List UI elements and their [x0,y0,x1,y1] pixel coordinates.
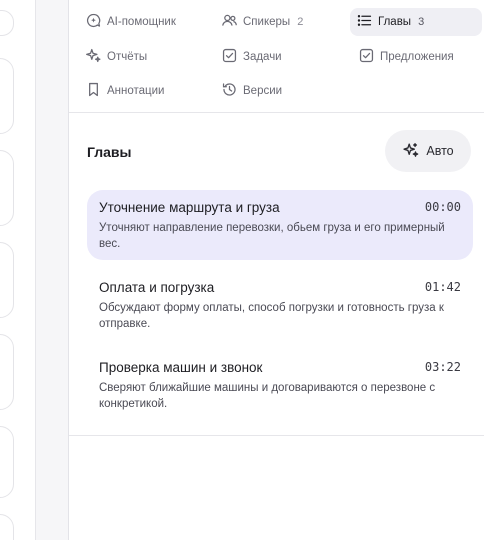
auto-button-label: Авто [426,144,454,158]
left-card[interactable] [0,58,14,134]
sparkle-icon [402,141,420,162]
list-icon [356,12,373,32]
left-card[interactable] [0,514,14,540]
chapter-title: Уточнение маршрута и груза [99,200,280,215]
left-top-button[interactable] [0,10,14,36]
left-card[interactable] [0,334,14,410]
auto-generate-button[interactable]: Авто [385,130,471,172]
chapter-timestamp[interactable]: 03:22 [425,360,461,374]
chapter-timestamp[interactable]: 01:42 [425,280,461,294]
tab-bar: AI-помощник Спикеры 2 Главы 3 Отчёты Зад… [69,0,484,113]
tab-label: Задачи [243,51,282,63]
chapters-title: Главы [87,144,132,160]
speakers-icon [221,12,238,32]
tab-label: AI-помощник [107,16,176,28]
tab-suggestions[interactable]: Предложения [352,43,460,71]
left-panel [0,0,36,540]
chapter-description: Обсуждают форму оплаты, способ погрузки … [99,302,444,330]
left-card[interactable] [0,150,14,226]
ai-assistant-icon [85,12,102,32]
chapter-item[interactable]: Уточнение маршрута и груза 00:00 Уточняю… [87,190,473,260]
tab-label: Версии [243,85,283,97]
chapter-item[interactable]: Оплата и погрузка 01:42 Обсуждают форму … [87,270,473,340]
tab-label: Отчёты [107,51,148,63]
tab-tasks[interactable]: Задачи [215,43,288,71]
speakers-count: 2 [297,16,304,28]
tab-ai-assistant[interactable]: AI-помощник [79,8,182,36]
tab-chapters[interactable]: Главы 3 [350,8,482,36]
panel-gap [36,0,68,540]
side-panel: AI-помощник Спикеры 2 Главы 3 Отчёты Зад… [68,0,484,540]
left-card[interactable] [0,426,14,498]
chapters-count: 3 [418,16,425,28]
left-card[interactable] [0,242,14,318]
tab-label: Спикеры [243,16,291,28]
tab-annotations[interactable]: Аннотации [79,77,170,105]
chapter-title: Оплата и погрузка [99,280,215,295]
sparkle-icon [85,47,102,67]
tab-reports[interactable]: Отчёты [79,43,153,71]
chapter-timestamp[interactable]: 00:00 [425,200,461,214]
chapters-list: Уточнение маршрута и груза 00:00 Уточняю… [87,190,473,430]
tab-label: Предложения [380,51,454,63]
chapter-description: Уточняют направление перевозки, обьем гр… [99,222,445,250]
checkbox-icon [221,47,238,67]
divider [69,435,484,436]
checkbox-icon [358,47,375,67]
tab-label: Аннотации [107,85,165,97]
chapter-description: Сверяют ближайшие машины и договариваютс… [99,382,436,410]
tab-versions[interactable]: Версии [215,77,288,105]
tab-label: Главы [378,16,412,28]
bookmark-icon [85,81,102,101]
chapter-title: Проверка машин и звонок [99,360,263,375]
chapter-item[interactable]: Проверка машин и звонок 03:22 Сверяют бл… [87,350,473,420]
tab-speakers[interactable]: Спикеры 2 [215,8,309,36]
history-icon [221,81,238,101]
